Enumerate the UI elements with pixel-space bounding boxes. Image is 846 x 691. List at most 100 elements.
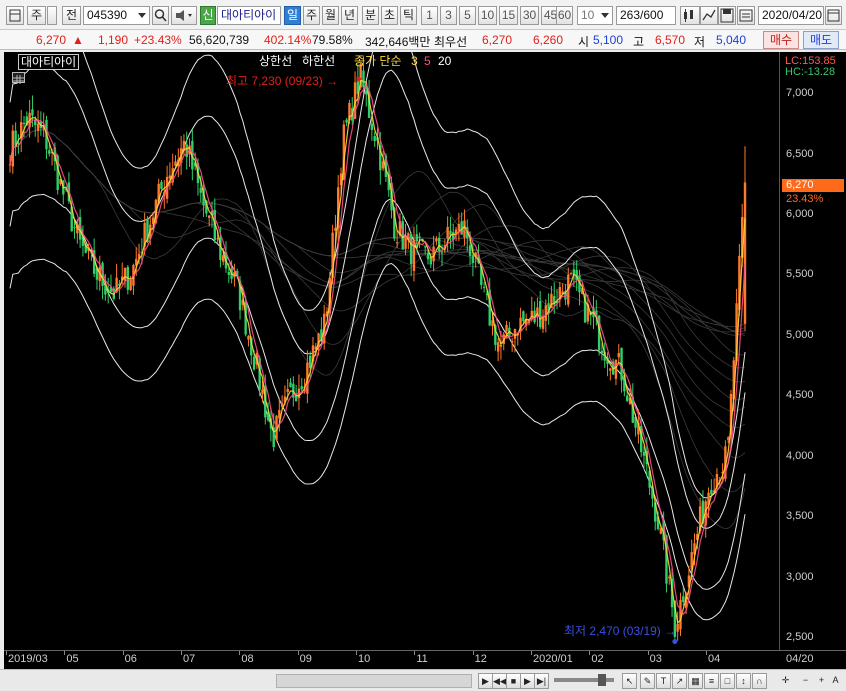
zoom-in-icon[interactable]: ✛ bbox=[778, 673, 793, 689]
stock-name-field[interactable]: 대아티아이 bbox=[217, 6, 281, 25]
interval-month-button[interactable]: 월 bbox=[322, 6, 339, 25]
price-chart[interactable]: 대아티아이 상한선 하한선 종가 단순 3 5 20 최고 7,230 (09/… bbox=[4, 52, 779, 650]
candle-body bbox=[457, 224, 461, 231]
fib-icon[interactable]: ≡ bbox=[704, 673, 719, 689]
zoom-slider-handle[interactable] bbox=[598, 674, 606, 686]
chart-stock-name[interactable]: 대아티아이 bbox=[18, 54, 80, 70]
scroll-forward-icon[interactable]: ▶ bbox=[520, 673, 535, 689]
horizontal-scrollbar[interactable] bbox=[276, 674, 472, 688]
candle-body bbox=[429, 256, 433, 265]
settings-icon[interactable] bbox=[737, 6, 755, 25]
candle-body bbox=[426, 252, 430, 260]
buy-button[interactable]: 매수 bbox=[763, 31, 799, 49]
ma-ribbon-line bbox=[9, 129, 745, 356]
zoom-out-icon[interactable]: − bbox=[798, 673, 813, 689]
candle-type-icon[interactable] bbox=[680, 6, 700, 25]
interval-week-button[interactable]: 주 bbox=[303, 6, 320, 25]
ma-period-20[interactable]: 20 bbox=[438, 54, 451, 68]
low-label: 저 bbox=[694, 35, 706, 49]
line-tool-icon[interactable] bbox=[700, 6, 718, 25]
candle-body bbox=[423, 246, 427, 248]
scroll-end-icon[interactable]: ▶| bbox=[534, 673, 549, 689]
chart-menu-icon[interactable] bbox=[6, 6, 24, 25]
sell-button[interactable]: 매도 bbox=[803, 31, 839, 49]
minute-60-button[interactable]: 60 bbox=[556, 6, 573, 25]
upper-limit-label[interactable]: 상한선 bbox=[259, 54, 292, 68]
cursor-icon[interactable]: ↖ bbox=[622, 673, 637, 689]
scale-icon[interactable]: ↕ bbox=[736, 673, 751, 689]
search-icon[interactable] bbox=[152, 6, 169, 25]
candle-body bbox=[289, 382, 292, 388]
candle-body bbox=[522, 311, 525, 322]
scroll-stop-icon[interactable]: ■ bbox=[506, 673, 521, 689]
best-bid: 6,260 bbox=[533, 33, 564, 47]
candle-body bbox=[129, 279, 132, 291]
dropdown-arrow-icon[interactable] bbox=[47, 6, 57, 25]
shape-icon[interactable]: □ bbox=[720, 673, 735, 689]
magnet-icon[interactable]: ∩ bbox=[752, 673, 767, 689]
interval-year-button[interactable]: 년 bbox=[341, 6, 358, 25]
interval-tick-button[interactable]: 틱 bbox=[400, 6, 417, 25]
current-price-tag: 6,270 bbox=[782, 179, 844, 192]
minute-15-button[interactable]: 15 bbox=[499, 6, 518, 25]
candle-body bbox=[401, 221, 404, 250]
interval-second-button[interactable]: 초 bbox=[381, 6, 398, 25]
x-tick-label: 08 bbox=[241, 653, 254, 665]
candle-body bbox=[345, 119, 348, 123]
current-price: 6,270 bbox=[36, 33, 67, 47]
interval-minute-button[interactable]: 분 bbox=[362, 6, 379, 25]
text-icon[interactable]: T bbox=[656, 673, 671, 689]
high-price: 6,570 bbox=[655, 33, 686, 47]
ma-period-3[interactable]: 3 bbox=[411, 54, 418, 68]
x-tick-label: 2020/01 bbox=[533, 653, 573, 665]
minute-select[interactable]: 10 bbox=[577, 6, 613, 25]
volume: 56,620,739 bbox=[189, 33, 250, 47]
x-tick-mark bbox=[647, 651, 649, 655]
x-tick-mark bbox=[239, 651, 241, 655]
interval-day-button[interactable]: 일 bbox=[284, 6, 301, 25]
scroll-rewind-icon[interactable]: ◀◀ bbox=[492, 673, 507, 689]
minute-1-button[interactable]: 1 bbox=[421, 6, 438, 25]
x-tick-label: 05 bbox=[66, 653, 79, 665]
ma-period-5[interactable]: 5 bbox=[424, 54, 431, 68]
count-input[interactable]: 263/600 bbox=[616, 6, 676, 25]
date-input[interactable]: 2020/04/20 bbox=[758, 6, 824, 25]
x-tick-label: 02 bbox=[591, 653, 604, 665]
candle-body bbox=[614, 359, 618, 379]
candle-body bbox=[446, 227, 449, 239]
trend-icon[interactable]: ↗ bbox=[672, 673, 687, 689]
candle-body bbox=[471, 255, 475, 264]
candle-body bbox=[300, 386, 303, 390]
period-week-button[interactable]: 주 bbox=[27, 6, 46, 25]
candle-body bbox=[499, 344, 503, 347]
scroll-next-icon[interactable]: ▶ bbox=[478, 673, 493, 689]
grid-toggle-icon[interactable] bbox=[12, 72, 25, 84]
chart-canvas[interactable] bbox=[4, 52, 779, 650]
candle-body bbox=[617, 352, 620, 358]
speaker-icon[interactable] bbox=[171, 6, 197, 25]
lower-limit-label[interactable]: 하한선 bbox=[302, 54, 335, 68]
ma-label[interactable]: 종가 단순 bbox=[354, 54, 402, 68]
prev-button[interactable]: 전 bbox=[62, 6, 81, 25]
draw-icon[interactable]: ✎ bbox=[640, 673, 655, 689]
calendar-icon[interactable] bbox=[825, 6, 842, 25]
trade-amount: 342,646백만 bbox=[365, 35, 431, 49]
candle-body bbox=[743, 182, 747, 324]
stock-code-input[interactable]: 045390 bbox=[83, 6, 150, 25]
minute-10-button[interactable]: 10 bbox=[478, 6, 497, 25]
candle-body bbox=[207, 215, 211, 218]
candle-body bbox=[438, 238, 441, 252]
save-icon[interactable] bbox=[718, 6, 736, 25]
layout-icon[interactable]: ▦ bbox=[688, 673, 703, 689]
minute-30-button[interactable]: 30 bbox=[520, 6, 539, 25]
zoom-fit-icon[interactable]: + bbox=[814, 673, 829, 689]
minute-5-button[interactable]: 5 bbox=[459, 6, 476, 25]
current-pct-tag: 23.43% bbox=[786, 193, 824, 205]
minute-3-button[interactable]: 3 bbox=[440, 6, 457, 25]
x-tick-label: 09 bbox=[299, 653, 312, 665]
candle-body bbox=[261, 389, 264, 395]
x-tick-label: 03 bbox=[649, 653, 662, 665]
x-tick-label: 06 bbox=[124, 653, 137, 665]
candle-body bbox=[227, 272, 231, 275]
font-size-icon[interactable]: A bbox=[828, 673, 843, 689]
